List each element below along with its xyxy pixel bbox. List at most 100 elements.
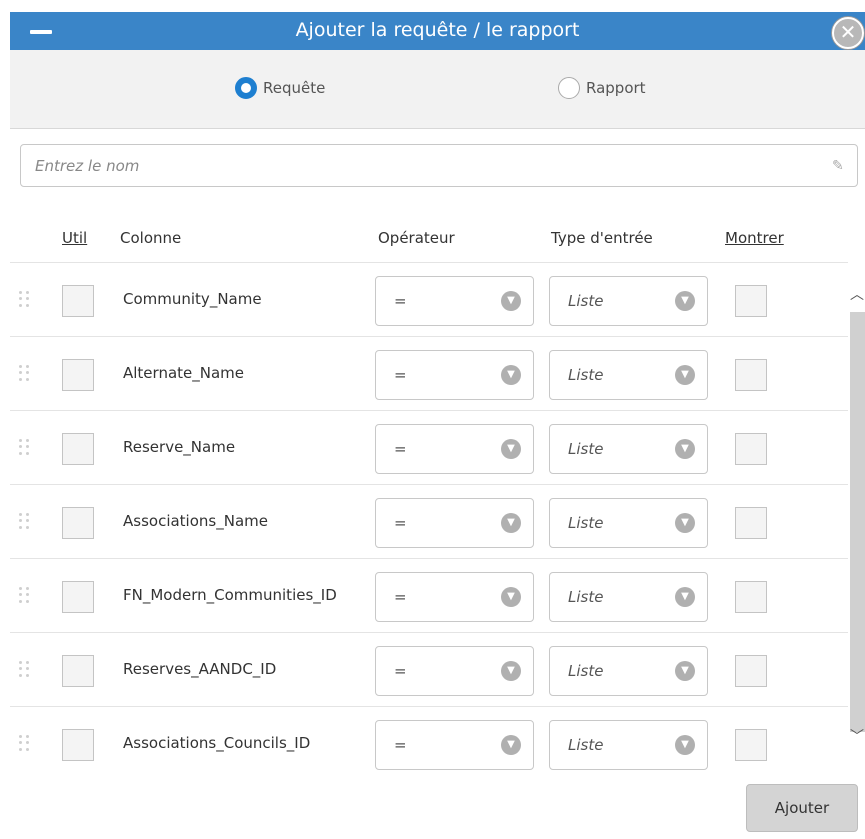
- show-checkbox[interactable]: [735, 285, 767, 317]
- use-checkbox[interactable]: [62, 729, 94, 761]
- table-row: Associations_Councils_ID = ▼ Liste ▼: [10, 706, 848, 780]
- header-operateur: Opérateur: [378, 229, 455, 247]
- drag-handle-icon[interactable]: [19, 735, 31, 751]
- operator-select[interactable]: = ▼: [375, 350, 534, 400]
- operator-value: =: [394, 514, 407, 532]
- chevron-down-icon[interactable]: ▼: [501, 661, 521, 681]
- show-checkbox[interactable]: [735, 507, 767, 539]
- use-checkbox[interactable]: [62, 581, 94, 613]
- drag-handle-icon[interactable]: [19, 513, 31, 529]
- table-row: Community_Name = ▼ Liste ▼: [10, 262, 848, 336]
- column-name: Reserve_Name: [123, 438, 236, 456]
- use-checkbox[interactable]: [62, 285, 94, 317]
- input-type-value: Liste: [568, 514, 604, 532]
- column-name: Associations_Councils_ID: [123, 734, 311, 752]
- radio-unselected-icon[interactable]: [558, 77, 580, 99]
- close-icon[interactable]: ✕: [832, 17, 864, 49]
- input-type-value: Liste: [568, 292, 604, 310]
- drag-handle-icon[interactable]: [19, 291, 31, 307]
- show-checkbox[interactable]: [735, 581, 767, 613]
- operator-value: =: [394, 736, 407, 754]
- drag-handle-icon[interactable]: [19, 365, 31, 381]
- table-row: Alternate_Name = ▼ Liste ▼: [10, 336, 848, 410]
- radio-requete[interactable]: Requête: [235, 77, 325, 99]
- header-type-entree: Type d'entrée: [551, 229, 653, 247]
- input-type-select[interactable]: Liste ▼: [549, 276, 708, 326]
- scroll-down-icon[interactable]: ﹀: [850, 726, 864, 746]
- chevron-down-icon[interactable]: ▼: [501, 365, 521, 385]
- chevron-down-icon[interactable]: ▼: [501, 439, 521, 459]
- column-name: Reserves_AANDC_ID: [123, 660, 277, 678]
- operator-select[interactable]: = ▼: [375, 498, 534, 548]
- scrollbar-thumb[interactable]: [850, 312, 865, 732]
- chevron-down-icon[interactable]: ▼: [675, 587, 695, 607]
- use-checkbox[interactable]: [62, 359, 94, 391]
- drag-handle-icon[interactable]: [19, 587, 31, 603]
- chevron-down-icon[interactable]: ▼: [675, 513, 695, 533]
- add-button[interactable]: Ajouter: [746, 784, 858, 832]
- column-table: Community_Name = ▼ Liste ▼ Alternate_Name = ▼ Li…: [10, 262, 848, 780]
- input-type-value: Liste: [568, 366, 604, 384]
- chevron-down-icon[interactable]: ▼: [501, 587, 521, 607]
- input-type-value: Liste: [568, 588, 604, 606]
- chevron-down-icon[interactable]: ▼: [675, 735, 695, 755]
- show-checkbox[interactable]: [735, 433, 767, 465]
- header-colonne: Colonne: [120, 229, 182, 247]
- use-checkbox[interactable]: [62, 507, 94, 539]
- operator-value: =: [394, 662, 407, 680]
- chevron-down-icon[interactable]: ▼: [501, 291, 521, 311]
- input-type-value: Liste: [568, 736, 604, 754]
- input-type-select[interactable]: Liste ▼: [549, 720, 708, 770]
- operator-select[interactable]: = ▼: [375, 572, 534, 622]
- radio-rapport[interactable]: Rapport: [558, 77, 646, 99]
- input-type-select[interactable]: Liste ▼: [549, 498, 708, 548]
- input-type-value: Liste: [568, 662, 604, 680]
- column-name: FN_Modern_Communities_ID: [123, 586, 337, 604]
- operator-value: =: [394, 440, 407, 458]
- show-checkbox[interactable]: [735, 655, 767, 687]
- column-name: Associations_Name: [123, 512, 268, 530]
- radio-label: Rapport: [586, 79, 646, 97]
- header-montrer[interactable]: Montrer: [725, 229, 784, 247]
- input-type-select[interactable]: Liste ▼: [549, 350, 708, 400]
- input-type-select[interactable]: Liste ▼: [549, 572, 708, 622]
- chevron-down-icon[interactable]: ▼: [675, 439, 695, 459]
- use-checkbox[interactable]: [62, 655, 94, 687]
- operator-value: =: [394, 292, 407, 310]
- operator-value: =: [394, 588, 407, 606]
- table-row: Reserve_Name = ▼ Liste ▼: [10, 410, 848, 484]
- drag-handle-icon[interactable]: [19, 661, 31, 677]
- scroll-up-icon[interactable]: ︿: [850, 284, 864, 304]
- name-input[interactable]: [20, 144, 858, 187]
- chevron-down-icon[interactable]: ▼: [675, 661, 695, 681]
- table-row: Reserves_AANDC_ID = ▼ Liste ▼: [10, 632, 848, 706]
- radio-selected-icon[interactable]: [235, 77, 257, 99]
- chevron-down-icon[interactable]: ▼: [501, 735, 521, 755]
- drag-handle-icon[interactable]: [19, 439, 31, 455]
- radio-label: Requête: [263, 79, 326, 97]
- table-row: FN_Modern_Communities_ID = ▼ Liste ▼: [10, 558, 848, 632]
- pencil-icon: ✎: [832, 158, 844, 174]
- input-type-value: Liste: [568, 440, 604, 458]
- show-checkbox[interactable]: [735, 729, 767, 761]
- scrollbar[interactable]: ︿ ﹀: [850, 276, 865, 763]
- column-name: Alternate_Name: [123, 364, 245, 382]
- mode-selector: Requête Rapport: [10, 50, 865, 129]
- operator-select[interactable]: = ▼: [375, 720, 534, 770]
- dialog-title: Ajouter la requête / le rapport: [295, 19, 580, 41]
- chevron-down-icon[interactable]: ▼: [501, 513, 521, 533]
- input-type-select[interactable]: Liste ▼: [549, 424, 708, 474]
- use-checkbox[interactable]: [62, 433, 94, 465]
- operator-select[interactable]: = ▼: [375, 646, 534, 696]
- chevron-down-icon[interactable]: ▼: [675, 291, 695, 311]
- operator-select[interactable]: = ▼: [375, 276, 534, 326]
- dialog-titlebar: Ajouter la requête / le rapport: [10, 12, 865, 50]
- column-name: Community_Name: [123, 290, 262, 308]
- input-type-select[interactable]: Liste ▼: [549, 646, 708, 696]
- operator-value: =: [394, 366, 407, 384]
- show-checkbox[interactable]: [735, 359, 767, 391]
- chevron-down-icon[interactable]: ▼: [675, 365, 695, 385]
- header-util[interactable]: Util: [62, 229, 87, 247]
- operator-select[interactable]: = ▼: [375, 424, 534, 474]
- table-row: Associations_Name = ▼ Liste ▼: [10, 484, 848, 558]
